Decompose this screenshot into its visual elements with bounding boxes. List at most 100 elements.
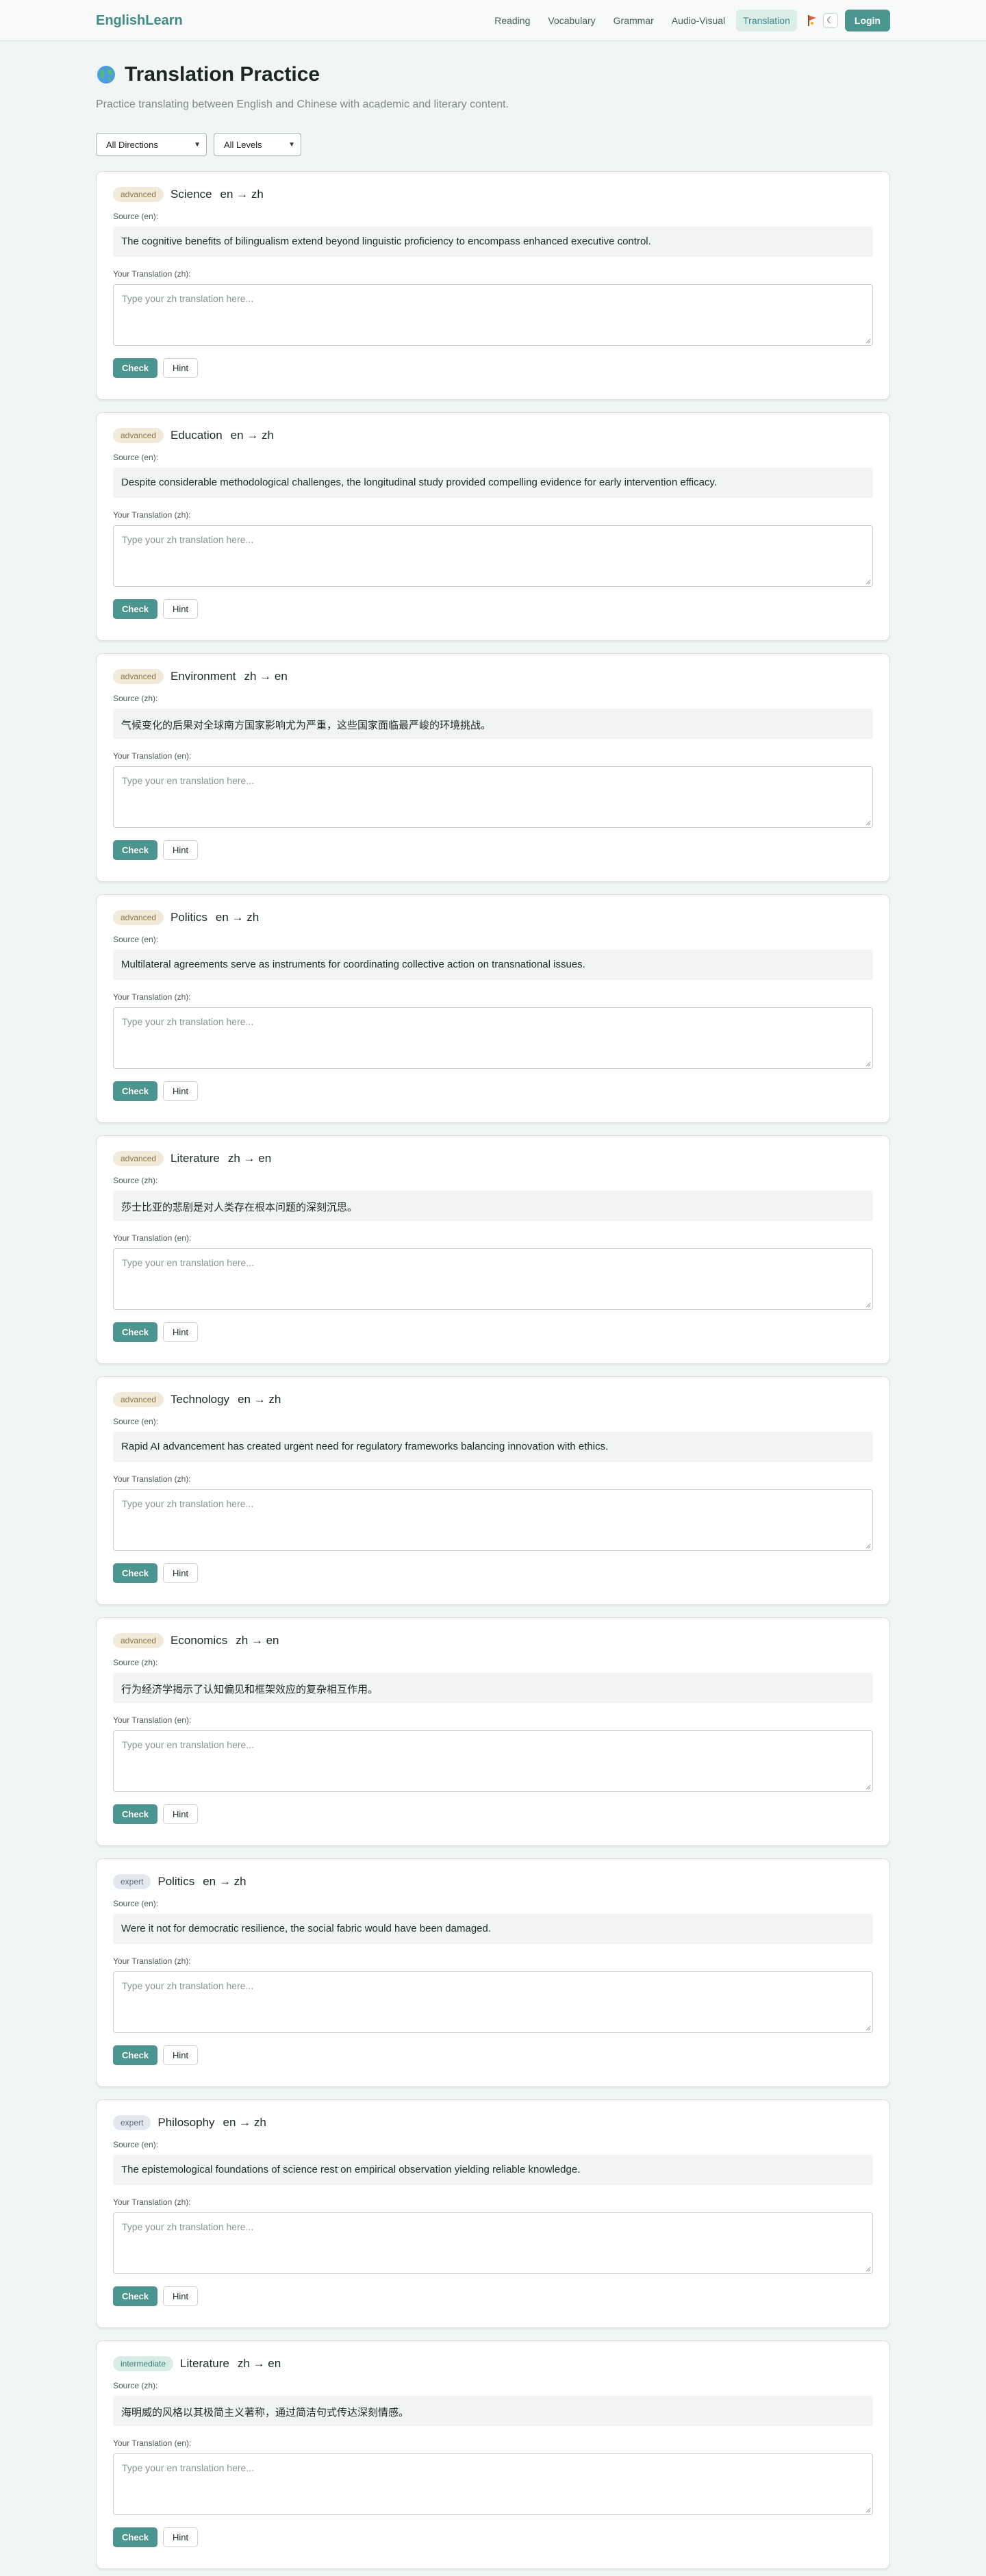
exercise-topic: Literature bbox=[180, 2357, 229, 2370]
hint-button[interactable]: Hint bbox=[163, 1322, 199, 1342]
check-button[interactable]: Check bbox=[113, 1563, 158, 1583]
nav-vocabulary[interactable]: Vocabulary bbox=[541, 10, 602, 31]
login-button[interactable]: Login bbox=[844, 10, 890, 31]
translation-textarea[interactable]: Type your zh translation here... bbox=[113, 2212, 873, 2274]
exercise-topic: Literature bbox=[170, 1152, 220, 1165]
exercise-actions: Check Hint bbox=[113, 1081, 873, 1101]
resize-grip-icon[interactable] bbox=[865, 1543, 871, 1549]
exercise-topic: Science bbox=[170, 188, 212, 201]
source-label: Source (zh): bbox=[113, 694, 158, 703]
answer-label: Your Translation (en): bbox=[113, 1715, 192, 1725]
source-text: Were it not for democratic resilience, t… bbox=[113, 1914, 873, 1944]
exercise-actions: Check Hint bbox=[113, 1804, 873, 1824]
hint-button[interactable]: Hint bbox=[163, 2045, 199, 2065]
translation-textarea[interactable]: Type your zh translation here... bbox=[113, 525, 873, 587]
translation-textarea[interactable]: Type your zh translation here... bbox=[113, 284, 873, 346]
exercise-direction: zh → en bbox=[237, 2357, 281, 2370]
resize-grip-icon[interactable] bbox=[865, 1302, 871, 1308]
level-select[interactable]: All Levels ▼ bbox=[214, 133, 301, 156]
level-badge: intermediate bbox=[113, 2356, 174, 2371]
resize-grip-icon[interactable] bbox=[865, 2508, 871, 2513]
source-text: The epistemological foundations of scien… bbox=[113, 2155, 873, 2185]
page-title-row: Translation Practice bbox=[96, 63, 890, 86]
exercise-topic: Economics bbox=[170, 1634, 228, 1647]
exercise-actions: Check Hint bbox=[113, 2286, 873, 2306]
exercise-card: advanced Education en → zh Source (en): … bbox=[96, 412, 890, 641]
source-label: Source (en): bbox=[113, 2140, 159, 2149]
answer-label: Your Translation (en): bbox=[113, 2438, 192, 2448]
exercise-card: advanced Politics en → zh Source (en): M… bbox=[96, 894, 890, 1123]
flag-icon[interactable] bbox=[805, 14, 819, 27]
hint-button[interactable]: Hint bbox=[163, 1081, 199, 1101]
translation-placeholder: Type your zh translation here... bbox=[122, 1980, 254, 1991]
translation-placeholder: Type your zh translation here... bbox=[122, 1016, 254, 1027]
source-text: 莎士比亚的悲剧是对人类存在根本问题的深刻沉思。 bbox=[113, 1191, 873, 1221]
translation-textarea[interactable]: Type your zh translation here... bbox=[113, 1489, 873, 1551]
answer-label: Your Translation (zh): bbox=[113, 1474, 191, 1484]
translation-textarea[interactable]: Type your en translation here... bbox=[113, 1730, 873, 1792]
exercise-direction: en → zh bbox=[238, 1393, 281, 1406]
answer-label: Your Translation (zh): bbox=[113, 2197, 191, 2207]
translation-placeholder: Type your en translation here... bbox=[122, 775, 254, 786]
exercise-direction: en → zh bbox=[230, 429, 274, 442]
translation-placeholder: Type your en translation here... bbox=[122, 2462, 254, 2473]
resize-grip-icon[interactable] bbox=[865, 338, 871, 344]
exercise-direction: zh → en bbox=[227, 1152, 272, 1165]
resize-grip-icon[interactable] bbox=[865, 1784, 871, 1790]
check-button[interactable]: Check bbox=[113, 2527, 158, 2547]
source-text: Multilateral agreements serve as instrum… bbox=[113, 950, 873, 980]
exercise-header: advanced Economics zh → en bbox=[113, 1633, 873, 1648]
level-badge: advanced bbox=[113, 187, 164, 202]
hint-button[interactable]: Hint bbox=[163, 1563, 199, 1583]
resize-grip-icon[interactable] bbox=[865, 2266, 871, 2272]
nav-reading[interactable]: Reading bbox=[488, 10, 537, 31]
exercise-list: advanced Science en → zh Source (en): Th… bbox=[96, 171, 890, 2569]
exercise-direction: en → zh bbox=[223, 2116, 266, 2129]
translation-textarea[interactable]: Type your en translation here... bbox=[113, 2453, 873, 2515]
exercise-card: intermediate Literature zh → en Source (… bbox=[96, 2340, 890, 2569]
check-button[interactable]: Check bbox=[113, 1804, 158, 1824]
check-button[interactable]: Check bbox=[113, 599, 158, 619]
translation-textarea[interactable]: Type your en translation here... bbox=[113, 766, 873, 828]
nav-grammar[interactable]: Grammar bbox=[607, 10, 661, 31]
exercise-card: advanced Science en → zh Source (en): Th… bbox=[96, 171, 890, 400]
source-text: 海明威的风格以其极简主义著称，通过简洁句式传达深刻情感。 bbox=[113, 2396, 873, 2426]
exercise-header: advanced Education en → zh bbox=[113, 428, 873, 443]
brand-logo[interactable]: EnglishLearn bbox=[96, 13, 183, 29]
check-button[interactable]: Check bbox=[113, 358, 158, 378]
exercise-card: advanced Environment zh → en Source (zh)… bbox=[96, 653, 890, 882]
resize-grip-icon[interactable] bbox=[865, 2025, 871, 2031]
exercise-actions: Check Hint bbox=[113, 1563, 873, 1583]
source-label: Source (en): bbox=[113, 1899, 159, 1908]
exercise-header: advanced Science en → zh bbox=[113, 187, 873, 202]
moon-icon[interactable]: ☾ bbox=[822, 13, 838, 28]
resize-grip-icon[interactable] bbox=[865, 820, 871, 826]
exercise-topic: Philosophy bbox=[157, 2116, 215, 2129]
check-button[interactable]: Check bbox=[113, 1081, 158, 1101]
translation-textarea[interactable]: Type your zh translation here... bbox=[113, 1971, 873, 2033]
translation-placeholder: Type your zh translation here... bbox=[122, 293, 254, 304]
translation-textarea[interactable]: Type your zh translation here... bbox=[113, 1007, 873, 1069]
hint-button[interactable]: Hint bbox=[163, 1804, 199, 1824]
translation-textarea[interactable]: Type your en translation here... bbox=[113, 1248, 873, 1310]
hint-button[interactable]: Hint bbox=[163, 358, 199, 378]
check-button[interactable]: Check bbox=[113, 1322, 158, 1342]
level-badge: advanced bbox=[113, 1633, 164, 1648]
exercise-direction: zh → en bbox=[236, 1634, 279, 1647]
direction-select[interactable]: All Directions ▼ bbox=[96, 133, 207, 156]
check-button[interactable]: Check bbox=[113, 2045, 158, 2065]
nav-audio-visual[interactable]: Audio-Visual bbox=[665, 10, 732, 31]
exercise-actions: Check Hint bbox=[113, 840, 873, 860]
answer-label: Your Translation (en): bbox=[113, 751, 192, 761]
resize-grip-icon[interactable] bbox=[865, 1061, 871, 1067]
hint-button[interactable]: Hint bbox=[163, 2527, 199, 2547]
nav-translation[interactable]: Translation bbox=[736, 10, 797, 31]
check-button[interactable]: Check bbox=[113, 2286, 158, 2306]
hint-button[interactable]: Hint bbox=[163, 840, 199, 860]
exercise-header: expert Politics en → zh bbox=[113, 1874, 873, 1889]
hint-button[interactable]: Hint bbox=[163, 2286, 199, 2306]
resize-grip-icon[interactable] bbox=[865, 579, 871, 585]
exercise-topic: Politics bbox=[170, 911, 207, 924]
check-button[interactable]: Check bbox=[113, 840, 158, 860]
hint-button[interactable]: Hint bbox=[163, 599, 199, 619]
